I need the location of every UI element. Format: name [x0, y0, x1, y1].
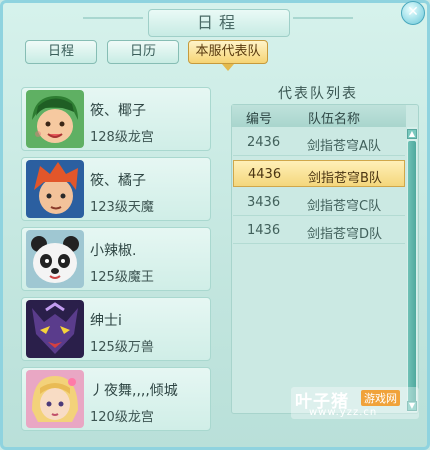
watermark-url: www.yzz.cn [309, 407, 378, 418]
avatar [26, 370, 84, 428]
member-name: 筱、橘子 [90, 173, 146, 189]
table-row[interactable]: 3436 剑指苍穹C队 [233, 189, 405, 216]
member-list: 筱、椰子 128级龙宫 筱、橘子 123级天魔 小辣椒. 125级魔王 绅士i … [21, 81, 217, 441]
member-level: 120级龙宫 [90, 410, 154, 425]
team-name: 剑指苍穹B队 [308, 171, 382, 186]
team-name: 剑指苍穹A队 [307, 139, 381, 154]
close-icon[interactable]: ✕ [401, 1, 425, 25]
scroll-up-icon[interactable]: ▲ [407, 129, 417, 139]
title-ornament-right [293, 17, 353, 19]
table-row-selected[interactable]: 4436 剑指苍穹B队 [233, 160, 405, 187]
member-card[interactable]: 丿夜舞,,,,倾城 120级龙宫 [21, 367, 211, 431]
avatar-red-hair-boy-icon [26, 160, 84, 218]
team-list-header: 编号 队伍名称 [232, 105, 406, 127]
table-row[interactable]: 1436 剑指苍穹D队 [233, 217, 405, 244]
column-header-name: 队伍名称 [308, 112, 361, 127]
tab-schedule[interactable]: 日程 [25, 40, 97, 64]
member-name: 小辣椒. [90, 243, 137, 259]
team-name: 剑指苍穹D队 [307, 227, 383, 242]
column-header-code: 编号 [246, 112, 273, 127]
member-card[interactable]: 筱、橘子 123级天魔 [21, 157, 211, 221]
avatar-green-hair-girl-icon [26, 90, 84, 148]
member-name: 丿夜舞,,,,倾城 [90, 383, 178, 399]
member-card[interactable]: 筱、椰子 128级龙宫 [21, 87, 211, 151]
watermark-logo: 叶子猪 游戏网 www.yzz.cn [291, 387, 419, 419]
avatar [26, 230, 84, 288]
avatar [26, 300, 84, 358]
member-card[interactable]: 绅士i 125级万兽 [21, 297, 211, 361]
member-level: 125级魔王 [90, 270, 154, 285]
member-name: 筱、椰子 [90, 103, 146, 119]
team-code: 2436 [247, 135, 281, 150]
member-name: 绅士i [90, 313, 122, 329]
schedule-panel: 日程 ✕ 日程 日历 本服代表队 筱、椰子 128级龙宫 筱、橘子 123级天魔… [0, 0, 430, 450]
member-level: 128级龙宫 [90, 130, 154, 145]
team-code: 3436 [247, 195, 281, 210]
member-card[interactable]: 小辣椒. 125级魔王 [21, 227, 211, 291]
team-code: 1436 [247, 223, 281, 238]
avatar-panda-icon [26, 230, 84, 288]
avatar-armored-beast-icon [26, 300, 84, 358]
team-list-title: 代表队列表 [278, 86, 358, 102]
watermark-tag: 游戏网 [361, 390, 400, 406]
avatar [26, 160, 84, 218]
tab-server-team[interactable]: 本服代表队 [188, 40, 268, 64]
active-tab-indicator [222, 64, 234, 71]
avatar [26, 90, 84, 148]
avatar-blonde-girl-icon [26, 370, 84, 428]
team-name: 剑指苍穹C队 [307, 199, 382, 214]
title-ornament-left [83, 17, 143, 19]
team-code: 4436 [248, 167, 282, 182]
tab-calendar[interactable]: 日历 [107, 40, 179, 64]
scrollbar-thumb[interactable] [408, 141, 416, 403]
team-list: 编号 队伍名称 2436 剑指苍穹A队 4436 剑指苍穹B队 3436 剑指苍… [231, 104, 419, 414]
table-row[interactable]: 2436 剑指苍穹A队 [233, 129, 405, 156]
window-title: 日程 [148, 9, 290, 37]
member-level: 123级天魔 [90, 200, 154, 215]
member-level: 125级万兽 [90, 340, 154, 355]
